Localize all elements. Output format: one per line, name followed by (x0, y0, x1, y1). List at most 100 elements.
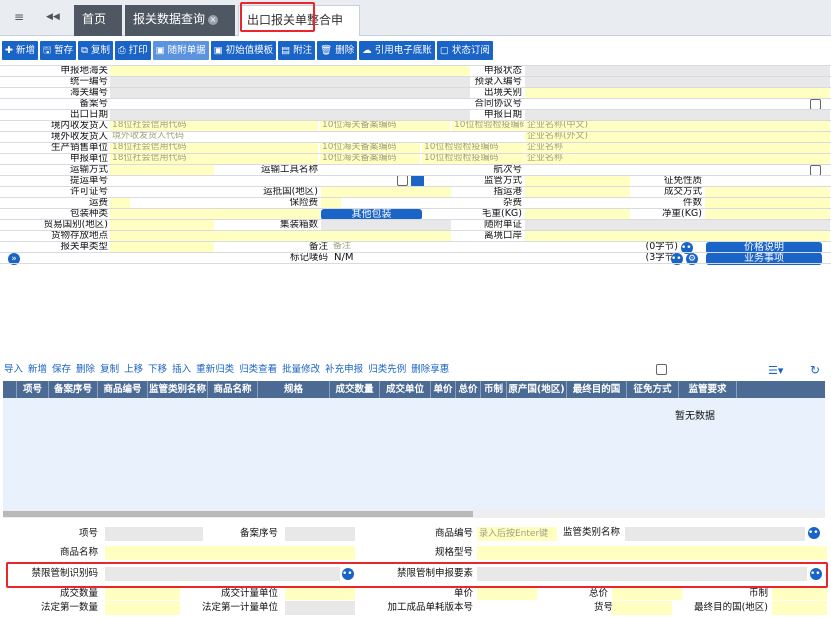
toolbar-button-3[interactable]: ⎙ 打印 (114, 41, 151, 60)
field-bill[interactable] (110, 175, 395, 186)
field-freight-1[interactable] (110, 197, 130, 208)
field-r2[interactable] (110, 87, 470, 98)
grid-col-10[interactable]: 币制 (481, 381, 507, 398)
field-foreign-name[interactable]: 企业名称(外文) (525, 131, 830, 142)
goods-toolbar-button-10[interactable]: 批量修改 (280, 362, 322, 378)
field-declarer-inspect[interactable]: 10位检验检疫编码 (422, 153, 524, 164)
field-r3[interactable] (525, 98, 815, 109)
field-producer-credit[interactable]: 18位社会信用代码 (110, 142, 318, 153)
goods-toolbar-button-3[interactable]: 删除 (74, 362, 97, 378)
field-deal-unit[interactable] (285, 588, 355, 600)
toolbar-button-1[interactable]: 🖫 暂存 (40, 41, 77, 60)
toolbar-button-5[interactable]: ▣ 初始值模板 (210, 41, 277, 60)
field-domestic-customs[interactable]: 10位海关备案编码 (320, 120, 450, 131)
field-deal-mode[interactable] (705, 186, 830, 197)
field-misc-2[interactable] (547, 197, 627, 208)
field-producer-customs[interactable]: 10位海关备案编码 (320, 142, 420, 153)
goods-toolbar-button-8[interactable]: 重新归类 (194, 362, 236, 378)
field-gross[interactable] (525, 208, 630, 219)
field-legal-qty1[interactable] (105, 601, 180, 615)
field-freight-2[interactable] (132, 197, 214, 208)
goods-toolbar-button-7[interactable]: 插入 (170, 362, 193, 378)
grid-col-7[interactable]: 成交单位 (380, 381, 431, 398)
field-r1[interactable] (525, 76, 830, 87)
field-goods-code[interactable]: 录入后按Enter键 (477, 527, 557, 541)
grid-col-3[interactable]: 监管类别名称 (148, 381, 208, 398)
grid-col-1[interactable]: 备案序号 (49, 381, 98, 398)
toolbar-button-8[interactable]: ☁ 引用电子底账 (359, 41, 435, 60)
field-r3[interactable] (110, 98, 470, 109)
toolbar-button-7[interactable]: 🗑 删除 (317, 41, 358, 60)
field-domestic-inspect[interactable]: 10位检验检疫编码 (452, 120, 524, 131)
more-icon-sup-cat[interactable]: ••• (808, 527, 820, 539)
goods-toolbar-button-11[interactable]: 补充申报 (323, 362, 365, 378)
checkbox-bill[interactable] (397, 175, 408, 186)
field-net[interactable] (705, 208, 830, 219)
close-icon[interactable]: × (208, 15, 219, 25)
field-r4[interactable] (110, 109, 470, 120)
field-price[interactable] (477, 588, 537, 600)
field-producer-name[interactable]: 企业名称 (525, 142, 830, 153)
grid-col-14[interactable]: 监管要求 (679, 381, 737, 398)
grid-col-5[interactable]: 规格 (258, 381, 330, 398)
menu-icon[interactable]: ≡ (14, 10, 24, 24)
goods-toolbar-button-6[interactable]: 下移 (146, 362, 169, 378)
field-item-no[interactable] (105, 527, 203, 541)
field-dest-port[interactable] (525, 186, 630, 197)
grid-col-2[interactable]: 商品编号 (98, 381, 148, 398)
field-goods-no[interactable] (612, 601, 672, 615)
field-currency[interactable] (772, 588, 827, 600)
field-spec[interactable] (477, 546, 827, 560)
field-storage[interactable] (110, 230, 451, 241)
field-final-country[interactable] (772, 601, 827, 615)
field-form-type[interactable] (110, 241, 214, 252)
refresh-icon[interactable]: ↻ (810, 363, 820, 377)
grid-col-13[interactable]: 征免方式 (627, 381, 679, 398)
field-r0[interactable] (110, 65, 470, 76)
field-vehicle[interactable] (321, 164, 451, 175)
field-proc-no[interactable] (477, 601, 557, 615)
field-docs[interactable] (525, 219, 830, 230)
goods-toolbar-button-12[interactable]: 归类先例 (366, 362, 408, 378)
toolbar-button-0[interactable]: ✚ 新增 (2, 41, 38, 60)
field-record-seq[interactable] (285, 527, 355, 541)
field-supervise[interactable] (525, 175, 630, 186)
tab-query[interactable]: 报关数据查询 × (125, 5, 235, 36)
field-ins-1[interactable] (321, 197, 341, 208)
field-foreign-code[interactable]: 境外收发货人代码 (110, 131, 524, 142)
toolbar-button-9[interactable]: ▢ 状态订阅 (436, 41, 493, 60)
field-domestic-name[interactable]: 企业名称(中文) (525, 120, 830, 131)
toolbar-button-2[interactable]: ⧉ 复制 (78, 41, 113, 60)
goods-toolbar-button-4[interactable]: 复制 (98, 362, 121, 378)
goods-toolbar-button-5[interactable]: 上移 (122, 362, 145, 378)
field-domestic-credit[interactable]: 18位社会信用代码 (110, 120, 318, 131)
grid-col-6[interactable]: 成交数量 (330, 381, 380, 398)
field-goods-name[interactable] (105, 546, 355, 560)
field-license[interactable] (110, 186, 214, 197)
field-total[interactable] (612, 588, 682, 600)
field-ins-2[interactable] (343, 197, 451, 208)
grid-col-12[interactable]: 最终目的国 (567, 381, 627, 398)
goods-toolbar-button-2[interactable]: 保存 (50, 362, 73, 378)
field-r1[interactable] (110, 76, 470, 87)
toolbar-button-4[interactable]: ▣ 随附单据 (152, 41, 209, 60)
field-declarer-name[interactable]: 企业名称 (525, 153, 830, 164)
grid-col-8[interactable]: 单价 (431, 381, 456, 398)
goods-toolbar-button-13[interactable]: 删除享惠 (409, 362, 451, 378)
goods-toolbar-button-9[interactable]: 归类查看 (237, 362, 279, 378)
field-r0[interactable] (525, 65, 830, 76)
goods-toolbar-button-1[interactable]: 新增 (26, 362, 49, 378)
field-r4[interactable] (525, 109, 830, 120)
field-dest-country[interactable] (321, 186, 451, 197)
field-r2[interactable] (525, 87, 830, 98)
back-icon[interactable]: ◀◀ (46, 12, 60, 22)
horizontal-scrollbar[interactable] (3, 510, 825, 518)
grid-col-0[interactable]: 项号 (17, 381, 49, 398)
toolbar-button-6[interactable]: ▤ 附注 (278, 41, 316, 60)
list-icon[interactable]: ☰▾ (768, 364, 783, 377)
field-voyage[interactable] (525, 164, 815, 175)
grid-col-4[interactable]: 商品名称 (208, 381, 258, 398)
field-deal-qty[interactable] (105, 588, 180, 600)
field-declarer-customs[interactable]: 10位海关备案编码 (320, 153, 420, 164)
field-producer-inspect[interactable]: 10位检验检疫编码 (422, 142, 524, 153)
